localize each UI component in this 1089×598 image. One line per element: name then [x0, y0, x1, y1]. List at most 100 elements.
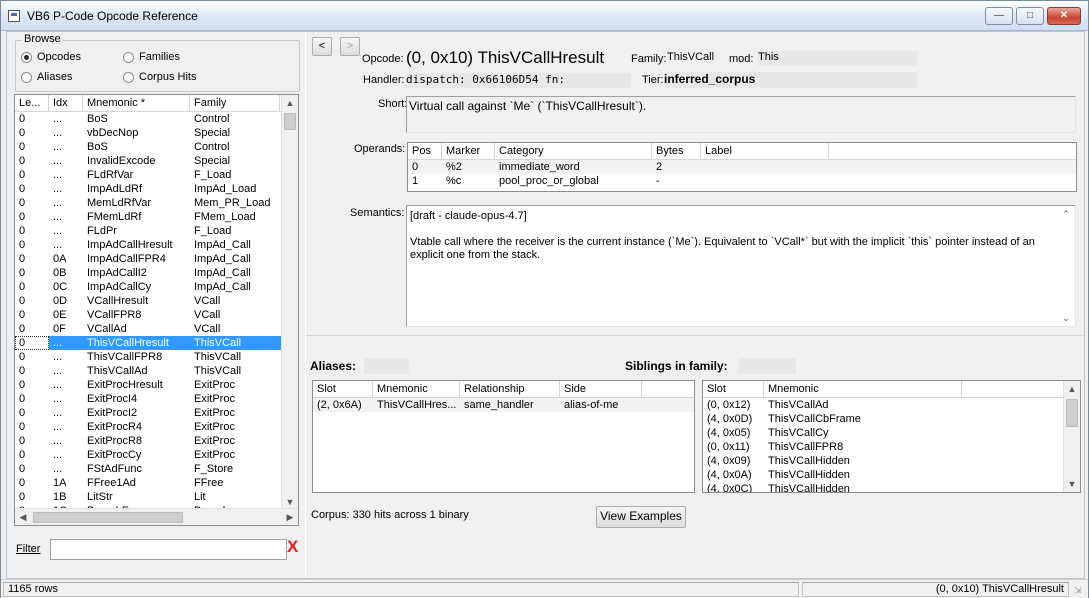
scroll-thumb[interactable]	[284, 113, 296, 130]
opcode-list-hscrollbar[interactable]: ◀ ▶	[15, 508, 298, 525]
opcode-row[interactable]: 0... ExitProcR4 ExitProc	[15, 420, 298, 434]
semantics-textbox[interactable]: [draft - claude-opus-4.7] Vtable call wh…	[406, 205, 1076, 327]
opcode-row[interactable]: 0 0D VCallHresult VCall	[15, 294, 298, 308]
aliases-col-mnemonic[interactable]: Mnemonic	[373, 381, 460, 397]
opcode-row[interactable]: 0... FLdPr F_Load	[15, 224, 298, 238]
opcode-list[interactable]: Le... Idx Mnemonic * Family 0... BoS Contr…	[14, 94, 299, 526]
opcode-row[interactable]: 0... BoS Control	[15, 140, 298, 154]
siblings-vscrollbar[interactable]: ▲ ▼	[1063, 381, 1080, 492]
minimize-button[interactable]: —	[985, 7, 1013, 25]
filter-input[interactable]	[50, 539, 287, 560]
semantics-scroll-down-icon[interactable]: ⌄	[1058, 310, 1074, 326]
sibling-row[interactable]: (4, 0x0D) ThisVCallCbFrame	[703, 412, 1080, 426]
opcode-row[interactable]: 0... ExitProcI4 ExitProc	[15, 392, 298, 406]
operands-table[interactable]: Pos Marker Category Bytes Label 0 %2 immed…	[407, 142, 1077, 192]
opcode-row[interactable]: 0 1B LitStr Lit	[15, 490, 298, 504]
opcode-row[interactable]: 0 0C ImpAdCallCy ImpAd_Call	[15, 280, 298, 294]
opcode-row[interactable]: 0... ExitProcR8 ExitProc	[15, 434, 298, 448]
column-header-mnemonic[interactable]: Mnemonic *	[83, 95, 190, 111]
opcode-row[interactable]: 0... ExitProcI2 ExitProc	[15, 406, 298, 420]
opcode-row[interactable]: 0... InvalidExcode Special	[15, 154, 298, 168]
sibling-row[interactable]: (4, 0x05) ThisVCallCy	[703, 426, 1080, 440]
operands-col-category[interactable]: Category	[495, 143, 652, 159]
operand-row-cell: 0	[412, 161, 419, 173]
opcode-row[interactable]: 0... ImpAdCallHresult ImpAd_Call	[15, 238, 298, 252]
opcode-row-cell: 0F	[53, 323, 66, 335]
opcode-row[interactable]: 0 0B ImpAdCallI2 ImpAd_Call	[15, 266, 298, 280]
radio-opcodes-dot[interactable]	[21, 51, 32, 63]
operand-row[interactable]: 0 %2 immediate_word 2	[408, 160, 1076, 174]
radio-corpus-hits[interactable]: Corpus Hits	[123, 71, 196, 83]
radio-aliases[interactable]: Aliases	[21, 71, 72, 83]
operands-col-pos[interactable]: Pos	[408, 143, 442, 159]
opcode-row[interactable]: 0... FLdRfVar F_Load	[15, 168, 298, 182]
forward-button[interactable]: >	[340, 37, 360, 56]
aliases-table[interactable]: Slot Mnemonic Relationship Side (2, 0x6A…	[312, 380, 695, 493]
radio-families-dot[interactable]	[123, 51, 134, 63]
operands-col-marker[interactable]: Marker	[442, 143, 495, 159]
operands-col-label[interactable]: Label	[701, 143, 829, 159]
semantics-vscrollbar[interactable]: ⌃ ⌄	[1058, 206, 1075, 326]
semantics-scroll-up-icon[interactable]: ⌃	[1058, 206, 1074, 222]
back-button[interactable]: <	[312, 37, 332, 56]
alias-row[interactable]: (2, 0x6A) ThisVCallHres... same_handler ali…	[313, 398, 694, 412]
radio-corpus-hits-dot[interactable]	[123, 71, 134, 83]
view-examples-button[interactable]: View Examples	[596, 506, 686, 528]
opcode-row[interactable]: 0... ExitProcCy ExitProc	[15, 448, 298, 462]
operands-col-bytes[interactable]: Bytes	[652, 143, 701, 159]
opcode-row[interactable]: 0... ThisVCallFPR8 ThisVCall	[15, 350, 298, 364]
opcode-row[interactable]: 0... FStAdFunc F_Store	[15, 462, 298, 476]
sibling-row[interactable]: (4, 0x0C) ThisVCallHidden	[703, 482, 1080, 493]
scroll-right-arrow-icon[interactable]: ▶	[282, 509, 298, 525]
radio-aliases-dot[interactable]	[21, 71, 32, 83]
opcode-list-vscrollbar[interactable]: ▲ ▼	[281, 95, 298, 510]
opcode-row[interactable]: 0... BoS Control	[15, 112, 298, 126]
scroll-left-arrow-icon[interactable]: ◀	[15, 509, 31, 525]
opcode-row[interactable]: 0 0F VCallAd VCall	[15, 322, 298, 336]
opcode-row[interactable]: 0... MemLdRfVar Mem_PR_Load	[15, 196, 298, 210]
opcode-row-cell: ExitProc	[194, 393, 235, 405]
clear-filter-icon[interactable]: X	[287, 537, 298, 557]
sibling-row[interactable]: (4, 0x0A) ThisVCallHidden	[703, 468, 1080, 482]
radio-opcodes[interactable]: Opcodes	[21, 51, 81, 63]
siblings-table[interactable]: Slot Mnemonic (0, 0x12) ThisVCallAd (4, 0x…	[702, 380, 1081, 493]
opcode-row[interactable]: 0... ImpAdLdRf ImpAd_Load	[15, 182, 298, 196]
siblings-col-mnemonic[interactable]: Mnemonic	[764, 381, 962, 397]
opcode-row[interactable]: 0... FMemLdRf FMem_Load	[15, 210, 298, 224]
siblings-col-slot[interactable]: Slot	[703, 381, 764, 397]
sibling-row[interactable]: (4, 0x09) ThisVCallHidden	[703, 454, 1080, 468]
size-grip-icon[interactable]: ⇲	[1074, 585, 1086, 597]
opcode-row-cell: 0	[19, 155, 26, 167]
opcode-row[interactable]: 0 0A ImpAdCallFPR4 ImpAd_Call	[15, 252, 298, 266]
sibling-row[interactable]: (0, 0x11) ThisVCallFPR8	[703, 440, 1080, 454]
radio-families[interactable]: Families	[123, 51, 180, 63]
opcode-row-cell: ...	[53, 337, 63, 349]
aliases-col-slot[interactable]: Slot	[313, 381, 373, 397]
close-button[interactable]: ✕	[1047, 7, 1081, 25]
opcode-row-cell: 0	[19, 239, 26, 251]
aliases-col-side[interactable]: Side	[560, 381, 642, 397]
hscroll-thumb[interactable]	[33, 512, 183, 523]
operand-row[interactable]: 1 %c pool_proc_or_global -	[408, 174, 1076, 188]
scroll-up-arrow-icon[interactable]: ▲	[282, 95, 298, 111]
opcode-row[interactable]: 0... ThisVCallHresult ThisVCall	[15, 336, 298, 350]
maximize-button[interactable]: □	[1016, 7, 1044, 25]
filter-label: Filter	[16, 543, 41, 555]
sibling-row[interactable]: (0, 0x12) ThisVCallAd	[703, 398, 1080, 412]
operand-row-cell	[701, 160, 829, 174]
opcode-row[interactable]: 0... ExitProcHresult ExitProc	[15, 378, 298, 392]
opcode-row[interactable]: 0 0E VCallFPR8 VCall	[15, 308, 298, 322]
sibling-row-cell: ThisVCallHidden	[768, 483, 850, 493]
aliases-col-relationship[interactable]: Relationship	[460, 381, 560, 397]
app-icon[interactable]	[8, 10, 20, 22]
opcode-row[interactable]: 0... ThisVCallAd ThisVCall	[15, 364, 298, 378]
column-header-idx[interactable]: Idx	[49, 95, 83, 111]
siblings-scroll-down-icon[interactable]: ▼	[1064, 476, 1080, 492]
opcode-row[interactable]: 0... vbDecNop Special	[15, 126, 298, 140]
column-header-level[interactable]: Le...	[15, 95, 49, 111]
title-bar[interactable]: VB6 P-Code Opcode Reference — □ ✕	[1, 1, 1088, 31]
siblings-scroll-up-icon[interactable]: ▲	[1064, 381, 1080, 397]
opcode-row[interactable]: 0 1A FFree1Ad FFree	[15, 476, 298, 490]
column-header-family[interactable]: Family	[190, 95, 280, 111]
siblings-scroll-thumb[interactable]	[1066, 399, 1078, 427]
